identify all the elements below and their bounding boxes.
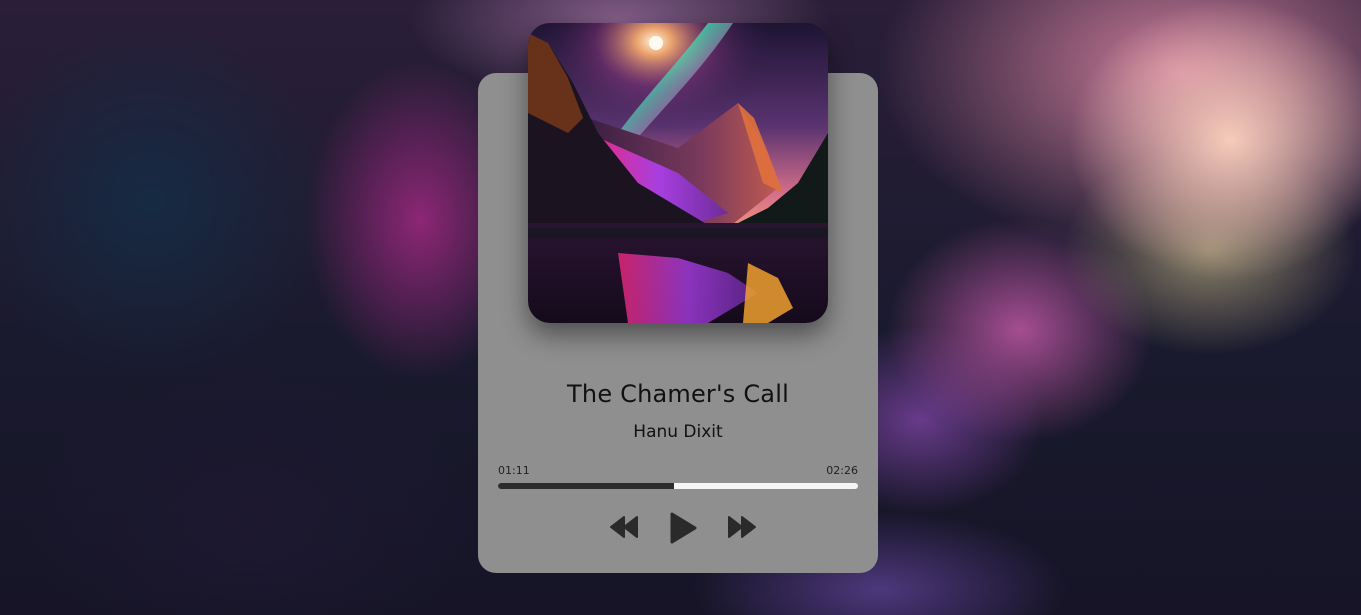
play-button[interactable] <box>669 512 697 544</box>
progress-bar[interactable] <box>498 483 858 489</box>
album-art-image <box>528 23 828 323</box>
music-player-page: The Chamer's Call Hanu Dixit 01:11 02:26 <box>0 0 1361 615</box>
fast-forward-button[interactable] <box>727 515 757 539</box>
fast-forward-icon <box>728 516 756 538</box>
rewind-button[interactable] <box>609 515 639 539</box>
total-time: 02:26 <box>826 464 858 477</box>
track-artist: Hanu Dixit <box>633 422 723 442</box>
rewind-icon <box>610 516 638 538</box>
play-icon <box>670 512 697 544</box>
album-cover <box>528 23 828 323</box>
track-title: The Chamer's Call <box>567 380 789 408</box>
progress-fill <box>498 483 675 489</box>
current-time: 01:11 <box>498 464 530 477</box>
